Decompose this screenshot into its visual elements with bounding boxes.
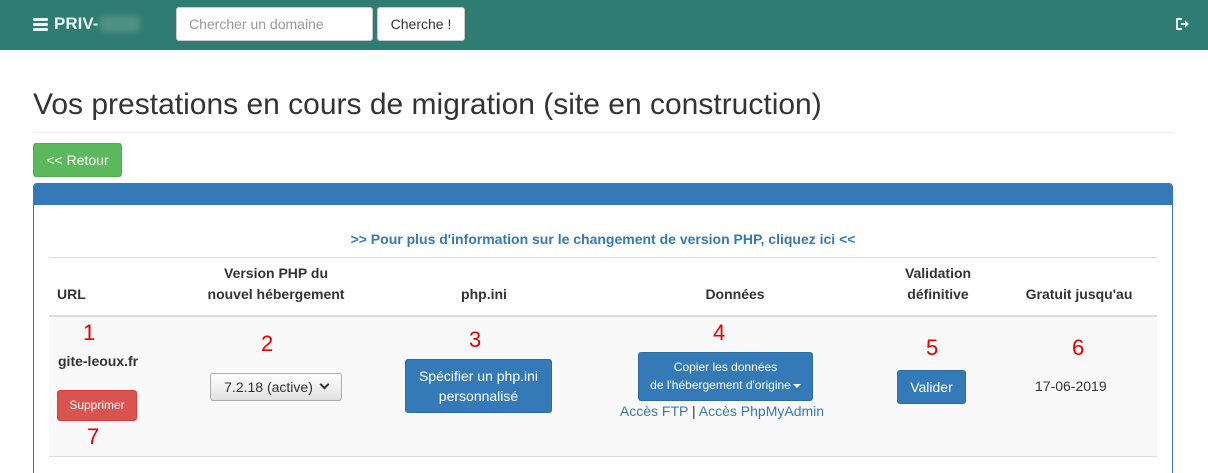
ftp-access-link[interactable]: Accès FTP bbox=[620, 403, 688, 419]
logout-icon[interactable] bbox=[1174, 16, 1190, 32]
migration-table: URL Version PHP du nouvel hébergement ph… bbox=[49, 257, 1157, 457]
php-ini-button-line1: Spécifier un php.ini bbox=[418, 367, 539, 384]
free-until-date: 17-06-2019 bbox=[1035, 377, 1107, 394]
validate-button[interactable]: Valider bbox=[897, 369, 966, 404]
cell-php-version: 2 7.2.18 (active) bbox=[179, 315, 373, 457]
cell-free-until: 6 17-06-2019 bbox=[1001, 315, 1157, 457]
header-php-ini: php.ini bbox=[373, 257, 595, 317]
table-header-row: URL Version PHP du nouvel hébergement ph… bbox=[49, 257, 1157, 317]
caret-down-icon bbox=[792, 383, 801, 388]
migration-panel: >> Pour plus d'information sur le change… bbox=[33, 183, 1173, 473]
annotation-4: 4 bbox=[713, 319, 726, 345]
php-version-select[interactable]: 7.2.18 (active) bbox=[210, 372, 342, 401]
cell-validation: 5 Valider bbox=[875, 315, 1001, 457]
header-validation: Validation définitive bbox=[875, 257, 1001, 317]
annotation-7: 7 bbox=[87, 423, 100, 449]
php-info-link[interactable]: >> Pour plus d'information sur le change… bbox=[34, 231, 1172, 247]
header-validation-line2: définitive bbox=[907, 285, 969, 302]
annotation-1: 1 bbox=[83, 319, 96, 345]
link-separator: | bbox=[692, 402, 696, 419]
url-text: gite-leoux.fr bbox=[58, 352, 139, 369]
cell-php-ini: 3 Spécifier un php.ini personnalisé bbox=[373, 315, 595, 457]
brand[interactable]: PRIV- bbox=[33, 14, 141, 34]
cell-url: 1 gite-leoux.fr Supprimer 7 bbox=[49, 315, 179, 457]
php-version-value: 7.2.18 (active) bbox=[224, 378, 313, 395]
annotation-5: 5 bbox=[926, 334, 939, 360]
phpmyadmin-access-link[interactable]: Accès PhpMyAdmin bbox=[699, 403, 824, 419]
menu-icon[interactable] bbox=[33, 18, 48, 31]
copy-data-dropdown-button[interactable]: Copier les données de l'hébergement d'or… bbox=[638, 351, 813, 401]
header-free-until: Gratuit jusqu'au bbox=[1001, 257, 1157, 317]
domain-search-input[interactable] bbox=[176, 7, 373, 41]
delete-button[interactable]: Supprimer bbox=[57, 389, 137, 421]
access-links: Accès FTP | Accès PhpMyAdmin bbox=[595, 403, 849, 419]
copy-button-line1: Copier les données bbox=[673, 360, 778, 374]
title-divider bbox=[33, 132, 1173, 133]
custom-php-ini-button[interactable]: Spécifier un php.ini personnalisé bbox=[405, 358, 552, 413]
page-title: Vos prestations en cours de migration (s… bbox=[33, 88, 822, 121]
header-data: Données bbox=[595, 257, 875, 317]
header-url: URL bbox=[49, 257, 179, 317]
back-button[interactable]: << Retour bbox=[33, 143, 122, 177]
annotation-2: 2 bbox=[261, 330, 274, 356]
top-navbar: PRIV- Cherche ! bbox=[0, 0, 1208, 50]
cell-data: 4 Copier les données de l'hébergement d'… bbox=[595, 315, 875, 457]
header-php-version-line2: nouvel hébergement bbox=[207, 285, 345, 302]
panel-heading bbox=[34, 184, 1172, 205]
chevron-down-icon bbox=[319, 379, 330, 390]
annotation-6: 6 bbox=[1072, 334, 1085, 360]
brand-redacted bbox=[100, 16, 141, 32]
header-php-version: Version PHP du nouvel hébergement bbox=[179, 257, 373, 317]
table-row: 1 gite-leoux.fr Supprimer 7 2 7.2.18 (ac… bbox=[49, 315, 1157, 457]
header-php-version-line1: Version PHP du bbox=[224, 264, 328, 281]
php-ini-button-line2: personnalisé bbox=[438, 387, 519, 404]
brand-label: PRIV- bbox=[54, 14, 99, 33]
copy-button-line2: de l'hébergement d'origine bbox=[650, 378, 791, 392]
search-button[interactable]: Cherche ! bbox=[377, 7, 465, 41]
annotation-3: 3 bbox=[469, 326, 482, 352]
header-validation-line1: Validation bbox=[904, 264, 972, 281]
